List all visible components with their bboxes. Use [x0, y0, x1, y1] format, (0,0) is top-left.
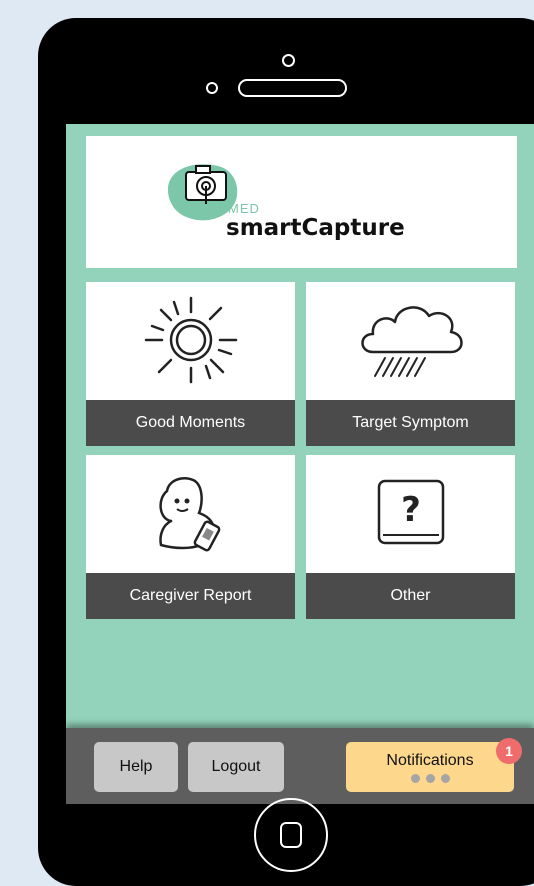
logout-button[interactable]: Logout: [188, 742, 284, 792]
bottom-toolbar: Help Logout Notifications: [66, 728, 534, 804]
target-symptom-tile[interactable]: Target Symptom: [306, 282, 515, 446]
notifications-button[interactable]: Notifications: [346, 742, 514, 792]
good-moments-tile[interactable]: Good Moments: [86, 282, 295, 446]
tile-label: Good Moments: [86, 400, 295, 446]
front-camera: [206, 82, 218, 94]
more-dots-icon: [410, 773, 450, 783]
rain-cloud-icon: [360, 306, 463, 377]
notification-badge: 1: [496, 738, 522, 764]
phone-frame: MED smartCapture Good Moments Target Sym…: [38, 18, 534, 886]
tile-label: Other: [306, 573, 515, 619]
caregiver-phone-icon: [158, 477, 220, 552]
logo-med-text: MED: [228, 201, 260, 216]
caregiver-report-tile[interactable]: Caregiver Report: [86, 455, 295, 619]
tile-label: Target Symptom: [306, 400, 515, 446]
other-tile[interactable]: ? Other: [306, 455, 515, 619]
sun-icon: [144, 296, 237, 384]
sensor-dot: [282, 54, 295, 67]
app-logo: MED smartCapture: [226, 202, 405, 241]
home-square-icon: [280, 822, 302, 848]
logo-banner: MED smartCapture: [86, 136, 517, 268]
app-screen: MED smartCapture Good Moments Target Sym…: [66, 124, 534, 786]
speaker-slot: [238, 79, 347, 97]
help-button[interactable]: Help: [94, 742, 178, 792]
notifications-label: Notifications: [386, 751, 474, 769]
home-button[interactable]: [254, 798, 328, 872]
tile-label: Caregiver Report: [86, 573, 295, 619]
logo-name-text: smartCapture: [226, 215, 405, 241]
question-box-icon: ?: [377, 479, 444, 545]
svg-text:?: ?: [401, 490, 421, 530]
